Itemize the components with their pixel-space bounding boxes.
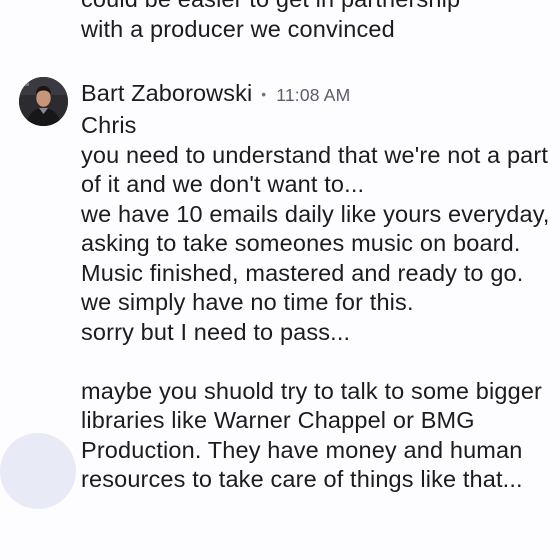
floating-action-button[interactable]: [0, 433, 76, 509]
header-separator: •: [261, 86, 267, 102]
sender-avatar[interactable]: [19, 77, 68, 126]
previous-message-text: could be easier to get in partnership wi…: [81, 0, 460, 42]
message-body: Chris you need to understand that we're …: [81, 112, 550, 492]
sender-name[interactable]: Bart Zaborowski: [81, 80, 252, 107]
user-avatar-photo-icon: [19, 77, 68, 126]
message-header: Bart Zaborowski • 11:08 AM: [81, 78, 350, 108]
message-timestamp: 11:08 AM: [276, 84, 351, 105]
